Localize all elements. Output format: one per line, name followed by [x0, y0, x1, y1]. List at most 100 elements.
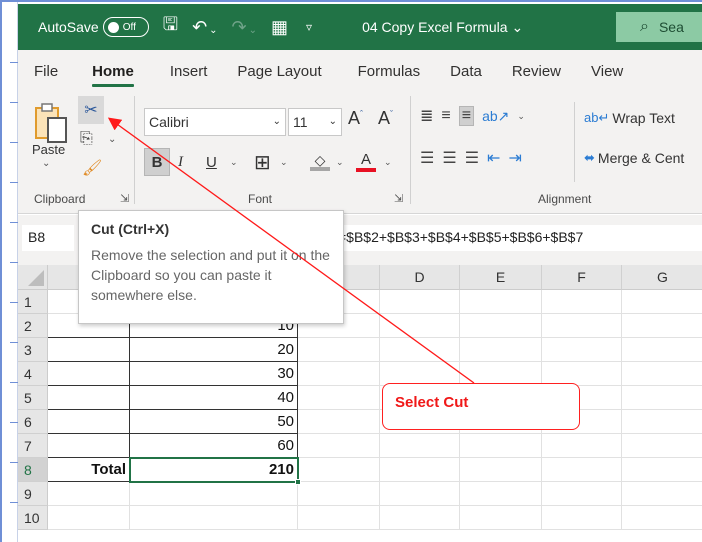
clipboard-launcher-icon[interactable]: ⇲	[120, 192, 129, 205]
cell-f9[interactable]	[542, 482, 622, 506]
row-header[interactable]: 5	[18, 386, 48, 410]
tab-insert[interactable]: Insert	[170, 63, 208, 80]
document-title[interactable]: 04 Copy Excel Formula ⌄	[362, 19, 523, 36]
paste-label[interactable]: Paste	[32, 142, 65, 157]
orientation-dropdown-icon[interactable]: ⌄	[517, 111, 525, 122]
cell-b9[interactable]	[130, 482, 298, 506]
tab-review[interactable]: Review	[512, 63, 561, 80]
italic-button[interactable]: I	[178, 148, 183, 176]
cell-d3[interactable]	[380, 338, 460, 362]
copy-icon[interactable]: ⎘	[80, 130, 93, 148]
shrink-font-button[interactable]: Aˇ	[378, 108, 393, 129]
save-icon[interactable]: 🖫	[163, 12, 178, 42]
cell-d2[interactable]	[380, 314, 460, 338]
column-header[interactable]: F	[542, 265, 622, 290]
cell-c4[interactable]	[298, 362, 380, 386]
cell-b8[interactable]: 210	[130, 458, 298, 482]
merge-center-button[interactable]: ⬌ Merge & Cent	[584, 150, 684, 166]
orientation-icon[interactable]: ab↗	[482, 108, 509, 125]
row-header[interactable]: 2	[18, 314, 48, 338]
cell-f3[interactable]	[542, 338, 622, 362]
cell-d8[interactable]	[380, 458, 460, 482]
tab-view[interactable]: View	[591, 63, 623, 80]
cell-d1[interactable]	[380, 290, 460, 314]
cell-d7[interactable]	[380, 434, 460, 458]
borders-dropdown-icon[interactable]: ⌄	[280, 148, 288, 176]
cell-b4[interactable]: 30	[130, 362, 298, 386]
cell-c10[interactable]	[298, 506, 380, 530]
paste-icon[interactable]	[34, 102, 70, 144]
font-name-select[interactable]: Calibri ⌄	[144, 108, 286, 136]
cell-g9[interactable]	[622, 482, 702, 506]
copy-dropdown-icon[interactable]: ⌄	[108, 134, 116, 145]
fill-color-dropdown-icon[interactable]: ⌄	[336, 148, 344, 176]
font-color-button[interactable]: A	[356, 148, 376, 176]
tab-home[interactable]: Home	[92, 63, 134, 87]
tab-file[interactable]: File	[34, 63, 58, 80]
undo-icon[interactable]: ↶ ⌄	[192, 17, 217, 38]
font-size-select[interactable]: 11 ⌄	[288, 108, 342, 136]
cell-g6[interactable]	[622, 410, 702, 434]
cell-g7[interactable]	[622, 434, 702, 458]
align-center-icon[interactable]: ☰	[442, 148, 456, 168]
cell-d10[interactable]	[380, 506, 460, 530]
column-header[interactable]: D	[380, 265, 460, 290]
middle-align-icon[interactable]: ≡	[441, 107, 450, 125]
cell-g2[interactable]	[622, 314, 702, 338]
top-align-icon[interactable]: ≣	[420, 106, 433, 126]
row-header[interactable]: 3	[18, 338, 48, 362]
cell-f8[interactable]	[542, 458, 622, 482]
bottom-align-icon[interactable]: ≡	[458, 106, 475, 126]
cell-f1[interactable]	[542, 290, 622, 314]
cell-a5[interactable]	[48, 386, 130, 410]
cell-c5[interactable]	[298, 386, 380, 410]
decrease-indent-icon[interactable]: ⇤	[487, 148, 500, 168]
cell-a8[interactable]: Total	[48, 458, 130, 482]
cell-a9[interactable]	[48, 482, 130, 506]
cell-e2[interactable]	[460, 314, 542, 338]
font-launcher-icon[interactable]: ⇲	[394, 192, 403, 205]
cell-g8[interactable]	[622, 458, 702, 482]
fill-color-button[interactable]: ◇	[310, 148, 330, 176]
cell-f2[interactable]	[542, 314, 622, 338]
cell-d9[interactable]	[380, 482, 460, 506]
row-header[interactable]: 1	[18, 290, 48, 314]
cell-e8[interactable]	[460, 458, 542, 482]
cell-a6[interactable]	[48, 410, 130, 434]
bold-button[interactable]: B	[144, 148, 170, 176]
cell-a7[interactable]	[48, 434, 130, 458]
cell-g5[interactable]	[622, 386, 702, 410]
cell-g1[interactable]	[622, 290, 702, 314]
format-painter-icon[interactable]: 🖌	[82, 158, 102, 178]
tab-data[interactable]: Data	[450, 63, 482, 80]
tab-page-layout[interactable]: Page Layout	[237, 63, 321, 80]
cell-a3[interactable]	[48, 338, 130, 362]
column-header[interactable]: G	[622, 265, 702, 290]
wrap-text-button[interactable]: ab↵ Wrap Text	[584, 110, 675, 126]
cut-button[interactable]: ✂	[78, 96, 104, 124]
cell-a4[interactable]	[48, 362, 130, 386]
cell-e3[interactable]	[460, 338, 542, 362]
select-all-button[interactable]	[18, 265, 48, 290]
row-header-selected[interactable]: 8	[18, 458, 48, 482]
cell-g4[interactable]	[622, 362, 702, 386]
font-color-dropdown-icon[interactable]: ⌄	[384, 148, 392, 176]
column-header[interactable]: E	[460, 265, 542, 290]
cell-a10[interactable]	[48, 506, 130, 530]
underline-button[interactable]: U	[206, 148, 217, 176]
increase-indent-icon[interactable]: ⇥	[508, 148, 521, 168]
align-left-icon[interactable]: ☰	[420, 148, 434, 168]
cell-c7[interactable]	[298, 434, 380, 458]
cell-b3[interactable]: 20	[130, 338, 298, 362]
row-header[interactable]: 10	[18, 506, 48, 530]
cell-g10[interactable]	[622, 506, 702, 530]
cell-c6[interactable]	[298, 410, 380, 434]
underline-dropdown-icon[interactable]: ⌄	[230, 148, 238, 176]
cell-b5[interactable]: 40	[130, 386, 298, 410]
customize-qat-icon[interactable]: ▿	[306, 20, 312, 34]
cell-g3[interactable]	[622, 338, 702, 362]
cell-e9[interactable]	[460, 482, 542, 506]
tab-formulas[interactable]: Formulas	[358, 63, 421, 80]
cell-b7[interactable]: 60	[130, 434, 298, 458]
autosave-toggle[interactable]: Off	[102, 17, 149, 37]
